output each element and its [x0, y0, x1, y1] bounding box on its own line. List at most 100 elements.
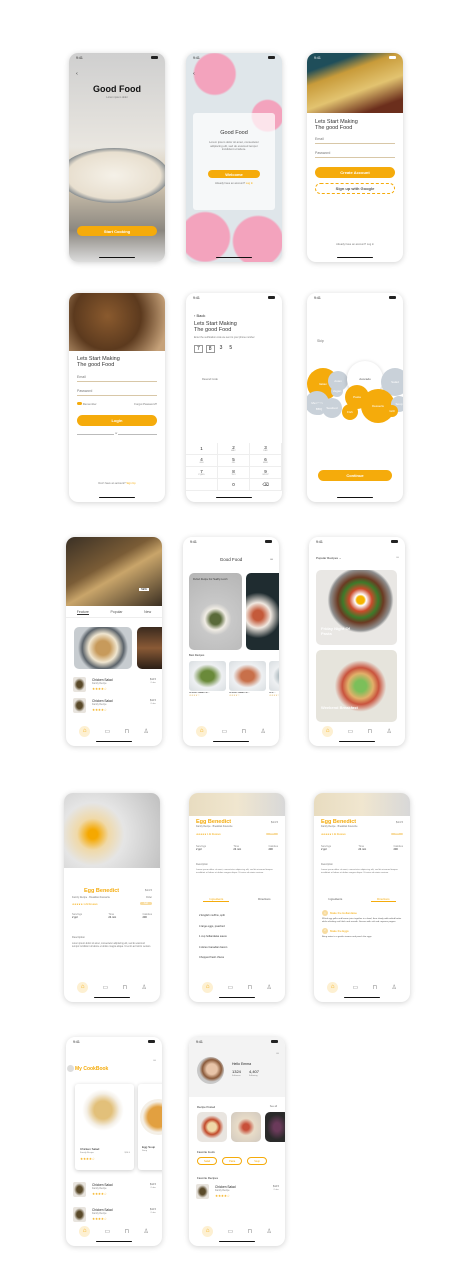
tab-popular[interactable]: Popular: [110, 610, 122, 614]
food-chip[interactable]: Soup: [247, 1157, 267, 1165]
continue-button[interactable]: Continue: [318, 470, 392, 481]
add-badge[interactable]: Add: [139, 902, 152, 905]
code-digit[interactable]: 7: [194, 345, 203, 353]
home-icon[interactable]: ⌂: [79, 725, 91, 737]
book-icon[interactable]: ▭: [227, 1228, 233, 1235]
list-item[interactable]: Chicken Salad Family Recipe ★★★★☆ $14.5 Orde…: [72, 677, 156, 693]
category-bubble[interactable]: Fish: [342, 404, 358, 420]
home-icon[interactable]: ⌂: [322, 725, 334, 737]
food-chip[interactable]: Salad: [197, 1157, 218, 1165]
posted-recipe-image[interactable]: [197, 1112, 227, 1142]
keypad-key[interactable]: ⌫: [250, 479, 282, 491]
posted-recipe-image[interactable]: [265, 1112, 285, 1142]
keypad-key[interactable]: 5 JKL: [218, 455, 250, 467]
see-all-link[interactable]: See all: [270, 1105, 277, 1108]
more-icon[interactable]: •••: [270, 558, 273, 561]
list-item[interactable]: Chicken Salad Family Recipe ★★★★☆ $12.5 Orde…: [72, 1207, 156, 1223]
forgot-password-link[interactable]: Forgot Password?: [134, 402, 157, 406]
book-icon[interactable]: ▭: [352, 984, 358, 991]
home-icon[interactable]: ⌂: [327, 981, 339, 993]
user-icon[interactable]: ♙: [386, 728, 391, 735]
tab-feature[interactable]: Feature: [76, 610, 89, 615]
recipe-card-bibimbap[interactable]: Friday Night Of Pasta: [316, 570, 397, 645]
book-icon[interactable]: ▭: [104, 728, 110, 735]
tab-directions[interactable]: Directions: [371, 897, 396, 902]
cart-icon[interactable]: ⊓: [247, 1228, 252, 1235]
posted-recipe-image[interactable]: [231, 1112, 261, 1142]
keypad-key[interactable]: 7 PQRS: [186, 467, 218, 479]
keypad-key[interactable]: [186, 479, 218, 491]
more-icon[interactable]: •••: [276, 1052, 279, 1055]
ramen-image[interactable]: [74, 627, 132, 669]
welcome-button[interactable]: Welcome: [208, 170, 260, 178]
user-icon[interactable]: ♙: [391, 984, 396, 991]
remember-toggle[interactable]: Remember: [77, 402, 97, 406]
user-icon[interactable]: ♙: [143, 728, 148, 735]
more-icon[interactable]: •••: [396, 556, 399, 559]
keypad-key[interactable]: 8 TUV: [218, 467, 250, 479]
category-bubble[interactable]: Seafood: [322, 398, 342, 418]
list-item[interactable]: Chicken Salad Family Recipe ★★★★☆ $14.5 …: [195, 1184, 279, 1200]
tab-ingredients[interactable]: Ingredients: [203, 897, 230, 902]
tab-directions[interactable]: Directions: [258, 897, 270, 902]
start-cooking-button[interactable]: Start Cooking: [77, 226, 157, 236]
keypad-key[interactable]: 6 MNO: [250, 455, 282, 467]
book-icon[interactable]: ▭: [347, 728, 353, 735]
email-field[interactable]: Email: [77, 375, 86, 379]
keypad-key[interactable]: 4 GHI: [186, 455, 218, 467]
add-badge[interactable]: Add: [390, 833, 403, 835]
create-account-button[interactable]: Create Account: [315, 167, 395, 178]
recipe-card[interactable]: Chicken Salad For... ★★★★☆: [189, 661, 226, 701]
keypad-key[interactable]: 1: [186, 443, 218, 455]
home-icon[interactable]: ⌂: [79, 1225, 91, 1237]
back-button[interactable]: ‹ Back: [194, 313, 205, 318]
tab-new[interactable]: New: [144, 610, 151, 614]
code-input[interactable]: 7 8 3 5: [194, 345, 234, 353]
back-icon[interactable]: ‹: [193, 71, 195, 77]
login-button[interactable]: Login: [77, 415, 157, 426]
google-signup-button[interactable]: Sign up with Google: [315, 183, 395, 194]
category-bubble[interactable]: BBQ: [313, 403, 325, 415]
category-bubble[interactable]: Vegan: [331, 385, 343, 397]
cart-icon[interactable]: ⊓: [122, 984, 127, 991]
code-digit[interactable]: 5: [227, 345, 234, 353]
add-badge[interactable]: Add: [265, 833, 278, 835]
recipe-card[interactable]: Chic... ★★★★☆: [269, 661, 279, 701]
book-icon[interactable]: ▭: [104, 1228, 110, 1235]
user-icon[interactable]: ♙: [141, 984, 146, 991]
email-field[interactable]: Email: [315, 137, 324, 141]
login-footer[interactable]: Already have an account? Log in: [307, 243, 403, 246]
cookbook-card[interactable]: Chicken Salad Family Recipe $14.5 ★★★★☆: [75, 1084, 134, 1170]
recipe-card-breakfast[interactable]: Weekend Breakfast: [316, 650, 397, 722]
tab-ingredients[interactable]: Ingredients: [328, 897, 342, 902]
more-icon[interactable]: •••: [153, 1059, 156, 1062]
user-icon[interactable]: ♙: [266, 984, 271, 991]
pancake-image[interactable]: [137, 627, 162, 669]
recipe-card[interactable]: Chicken Salad For... ★★★★☆: [229, 661, 266, 701]
list-item[interactable]: Chicken Salad Family Recipe ★★★★☆ $12.5 Orde…: [72, 698, 156, 714]
code-digit[interactable]: 3: [218, 345, 225, 353]
cart-icon[interactable]: ⊓: [124, 1228, 129, 1235]
toggle-icon[interactable]: [77, 402, 82, 405]
login-link[interactable]: Log In: [246, 182, 253, 185]
cart-icon[interactable]: ⊓: [124, 728, 129, 735]
cart-icon[interactable]: ⊓: [247, 984, 252, 991]
keypad-key[interactable]: 0: [218, 479, 250, 491]
category-bubble[interactable]: Grill: [386, 405, 398, 417]
popular-dropdown[interactable]: Popular Recipes ⌄: [316, 556, 341, 560]
keypad-key[interactable]: 9 WXYZ: [250, 467, 282, 479]
resend-code-link[interactable]: Resend Code: [202, 378, 218, 381]
food-chip[interactable]: Pasta: [222, 1157, 243, 1165]
steak-card[interactable]: [246, 573, 279, 650]
password-field[interactable]: Password: [315, 151, 330, 155]
book-icon[interactable]: ▭: [102, 984, 108, 991]
cart-icon[interactable]: ⊓: [372, 984, 377, 991]
code-digit[interactable]: 8: [205, 345, 215, 353]
keypad-key[interactable]: 3 DEF: [250, 443, 282, 455]
cookbook-card-2[interactable]: Egg Soup Soup: [138, 1084, 162, 1170]
book-icon[interactable]: ▭: [227, 984, 233, 991]
home-icon[interactable]: ⌂: [202, 981, 214, 993]
avatar[interactable]: [197, 1057, 224, 1084]
keypad-key[interactable]: 2 ABC: [218, 443, 250, 455]
book-icon[interactable]: ▭: [221, 728, 227, 735]
